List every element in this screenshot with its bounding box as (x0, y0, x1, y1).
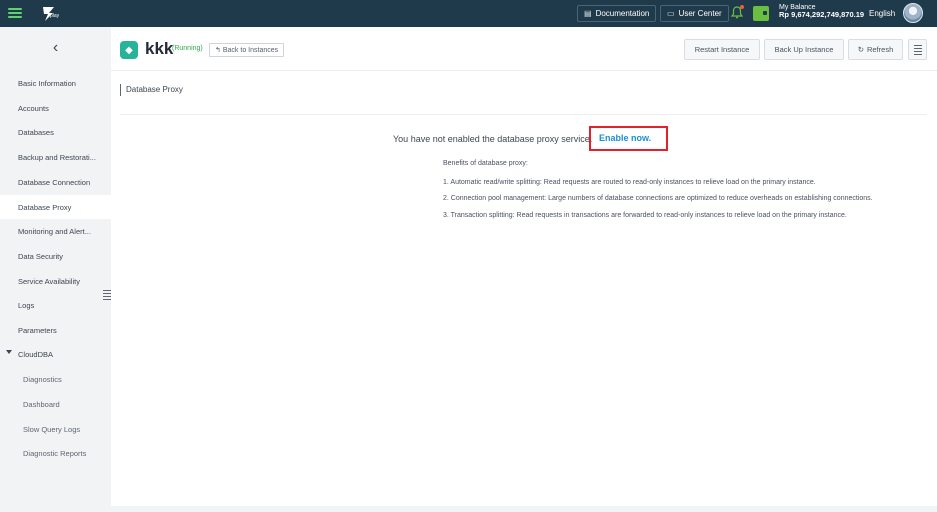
divider (120, 114, 927, 115)
sidebar-back-button[interactable]: ‹ (0, 27, 111, 69)
user-center-button[interactable]: ▭ User Center (660, 5, 729, 22)
sidebar-subitem-slow-query-logs[interactable]: Slow Query Logs (0, 417, 111, 441)
user-center-label: User Center (678, 9, 722, 18)
avatar[interactable] (903, 3, 923, 23)
sidebar-item-logs[interactable]: Logs (0, 293, 111, 317)
back-to-instances-label: Back to Instances (222, 46, 279, 54)
notification-dot (740, 5, 744, 9)
refresh-button[interactable]: ↻ Refresh (848, 39, 903, 60)
top-navigation-bar: play ▤ Documentation ▭ User Center My Ba… (0, 0, 937, 27)
sidebar-item-service-availability[interactable]: Service Availability (0, 269, 111, 293)
back-to-instances-button[interactable]: ↰ Back to Instances (209, 43, 285, 57)
sidebar-item-database-connection[interactable]: Database Connection (0, 170, 111, 194)
wallet-icon[interactable] (753, 6, 769, 21)
refresh-label: Refresh (867, 45, 894, 54)
bottom-strip (111, 506, 937, 512)
hamburger-menu-icon[interactable] (8, 6, 22, 20)
page-title: Database Proxy (120, 84, 183, 96)
documentation-label: Documentation (595, 9, 650, 18)
benefit-item: 1. Automatic read/write splitting: Read … (443, 179, 816, 186)
balance-display[interactable]: My Balance Rp 9,674,292,749,870.19 (779, 4, 864, 19)
sidebar-subitem-dashboard[interactable]: Dashboard (0, 392, 111, 416)
sidebar-item-backup-restoration[interactable]: Backup and Restorati... (0, 145, 111, 169)
language-selector[interactable]: English (869, 9, 895, 18)
list-menu-icon[interactable] (908, 39, 927, 60)
logo-text: play (50, 13, 60, 19)
sidebar-item-data-security[interactable]: Data Security (0, 244, 111, 268)
sidebar-item-accounts[interactable]: Accounts (0, 96, 111, 120)
highlight-box (589, 126, 668, 151)
instance-status: (Running) (172, 45, 203, 52)
sidebar-collapse-handle[interactable] (103, 289, 111, 301)
back-arrow-icon: ↰ (215, 47, 221, 54)
sidebar-item-databases[interactable]: Databases (0, 120, 111, 144)
balance-amount: Rp 9,674,292,749,870.19 (779, 10, 865, 20)
benefit-item: 2. Connection pool management: Large num… (443, 195, 873, 202)
instance-name: kkk (145, 39, 174, 58)
sidebar-item-parameters[interactable]: Parameters (0, 318, 111, 342)
database-instance-icon: ◆ (120, 41, 138, 59)
instance-header: ◆ kkk (Running) ↰ Back to Instances Rest… (111, 27, 937, 71)
benefit-item: 3. Transaction splitting: Read requests … (443, 212, 847, 219)
restart-instance-button[interactable]: Restart Instance (684, 39, 760, 60)
chevron-left-icon: ‹ (52, 39, 59, 56)
sidebar-item-database-proxy[interactable]: Database Proxy (0, 195, 111, 219)
sidebar-item-clouddba[interactable]: CloudDBA (0, 342, 111, 366)
documentation-button[interactable]: ▤ Documentation (577, 5, 657, 22)
sidebar-item-monitoring-alerts[interactable]: Monitoring and Alert... (0, 219, 111, 243)
back-up-instance-button[interactable]: Back Up Instance (764, 39, 844, 60)
sidebar: ‹ Basic Information Accounts Databases B… (0, 27, 111, 512)
sidebar-item-label: CloudDBA (18, 349, 54, 359)
proxy-disabled-notice: You have not enabled the database proxy … (393, 134, 593, 144)
refresh-icon: ↻ (857, 45, 865, 54)
document-icon: ▤ (584, 9, 592, 18)
caret-down-icon (6, 350, 12, 354)
benefits-title: Benefits of database proxy: (443, 160, 528, 167)
sidebar-subitem-diagnostic-reports[interactable]: Diagnostic Reports (0, 441, 111, 465)
monitor-icon: ▭ (667, 9, 675, 18)
sidebar-item-basic-information[interactable]: Basic Information (0, 71, 111, 95)
sidebar-subitem-diagnostics[interactable]: Diagnostics (0, 367, 111, 391)
